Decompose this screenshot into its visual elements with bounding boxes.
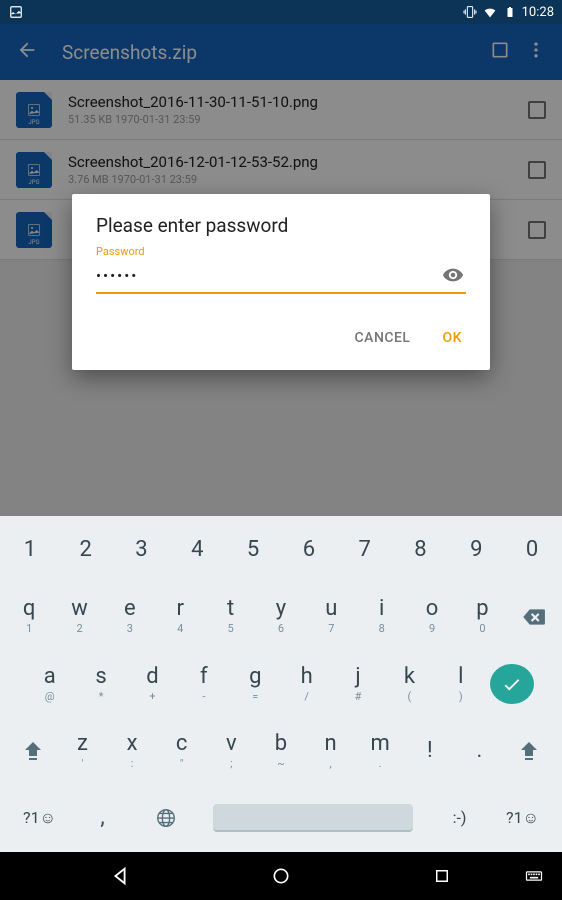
keyboard-number-row: 1 2 3 4 5 6 7 8 9 0: [0, 516, 562, 583]
nav-back-icon[interactable]: [108, 864, 132, 888]
key-f[interactable]: f-: [182, 650, 226, 717]
key-0[interactable]: 0: [510, 516, 554, 583]
globe-key[interactable]: [142, 785, 190, 852]
key-e[interactable]: e3: [108, 583, 152, 650]
dialog-title: Please enter password: [96, 214, 466, 237]
key-x[interactable]: x:: [110, 718, 154, 785]
nav-recent-icon[interactable]: [430, 864, 454, 888]
visibility-icon[interactable]: [442, 264, 466, 288]
status-time: 10:28: [522, 5, 554, 20]
key-j[interactable]: j#: [336, 650, 380, 717]
keyboard-row-2: a@ s* d+ f- g= h/ j# k( l): [0, 650, 562, 717]
key-h[interactable]: h/: [285, 650, 329, 717]
input-label: Password: [96, 245, 466, 258]
key-b[interactable]: b~: [259, 718, 303, 785]
soft-keyboard: 1 2 3 4 5 6 7 8 9 0 q1 w2 e3 r4 t5 y6 u7…: [0, 516, 562, 852]
status-bar: 10:28: [0, 0, 562, 24]
key-g[interactable]: g=: [233, 650, 277, 717]
key-l[interactable]: l): [439, 650, 483, 717]
gallery-icon: [8, 4, 24, 20]
keyboard-row-4: ?1☺ , :-) ?1☺: [0, 785, 562, 852]
key-s[interactable]: s*: [79, 650, 123, 717]
cancel-button[interactable]: CANCEL: [351, 322, 415, 354]
enter-key[interactable]: [490, 664, 534, 704]
key-o[interactable]: o9: [410, 583, 454, 650]
nav-home-icon[interactable]: [269, 864, 293, 888]
key-1[interactable]: 1: [8, 516, 52, 583]
key-6[interactable]: 6: [287, 516, 331, 583]
key-p[interactable]: p0: [460, 583, 504, 650]
key-q[interactable]: q1: [7, 583, 51, 650]
key-comma[interactable]: ,: [79, 785, 127, 852]
key-8[interactable]: 8: [398, 516, 442, 583]
navigation-bar: [0, 852, 562, 900]
symbols-key[interactable]: ?1☺: [16, 785, 64, 852]
wifi-icon: [482, 4, 498, 20]
key-exclaim[interactable]: !: [408, 718, 452, 785]
key-z[interactable]: z': [60, 718, 104, 785]
key-9[interactable]: 9: [454, 516, 498, 583]
battery-icon: [502, 4, 518, 20]
keyboard-toggle-icon[interactable]: [522, 864, 546, 888]
vibrate-icon: [462, 4, 478, 20]
key-w[interactable]: w2: [58, 583, 102, 650]
shift-key-right[interactable]: [507, 718, 551, 785]
shift-key[interactable]: [11, 718, 55, 785]
keyboard-row-1: q1 w2 e3 r4 t5 y6 u7 i8 o9 p0: [0, 583, 562, 650]
emoticon-key[interactable]: :-): [436, 785, 484, 852]
key-d[interactable]: d+: [130, 650, 174, 717]
key-5[interactable]: 5: [231, 516, 275, 583]
key-k[interactable]: k(: [387, 650, 431, 717]
key-2[interactable]: 2: [64, 516, 108, 583]
key-c[interactable]: c": [160, 718, 204, 785]
key-i[interactable]: i8: [360, 583, 404, 650]
ok-button[interactable]: OK: [439, 322, 467, 354]
key-y[interactable]: y6: [259, 583, 303, 650]
key-m[interactable]: m.: [358, 718, 402, 785]
key-period[interactable]: .: [457, 718, 501, 785]
key-u[interactable]: u7: [309, 583, 353, 650]
key-r[interactable]: r4: [158, 583, 202, 650]
key-4[interactable]: 4: [175, 516, 219, 583]
key-3[interactable]: 3: [119, 516, 163, 583]
symbols-key-right[interactable]: ?1☺: [499, 785, 547, 852]
key-n[interactable]: n,: [309, 718, 353, 785]
space-key[interactable]: [213, 804, 413, 832]
key-a[interactable]: a@: [28, 650, 72, 717]
key-7[interactable]: 7: [343, 516, 387, 583]
key-v[interactable]: v;: [209, 718, 253, 785]
password-dialog: Please enter password Password CANCEL OK: [72, 194, 490, 370]
keyboard-row-3: z' x: c" v; b~ n, m. ! .: [0, 718, 562, 785]
backspace-key[interactable]: [511, 601, 555, 633]
key-t[interactable]: t5: [209, 583, 253, 650]
password-input[interactable]: [96, 267, 442, 285]
